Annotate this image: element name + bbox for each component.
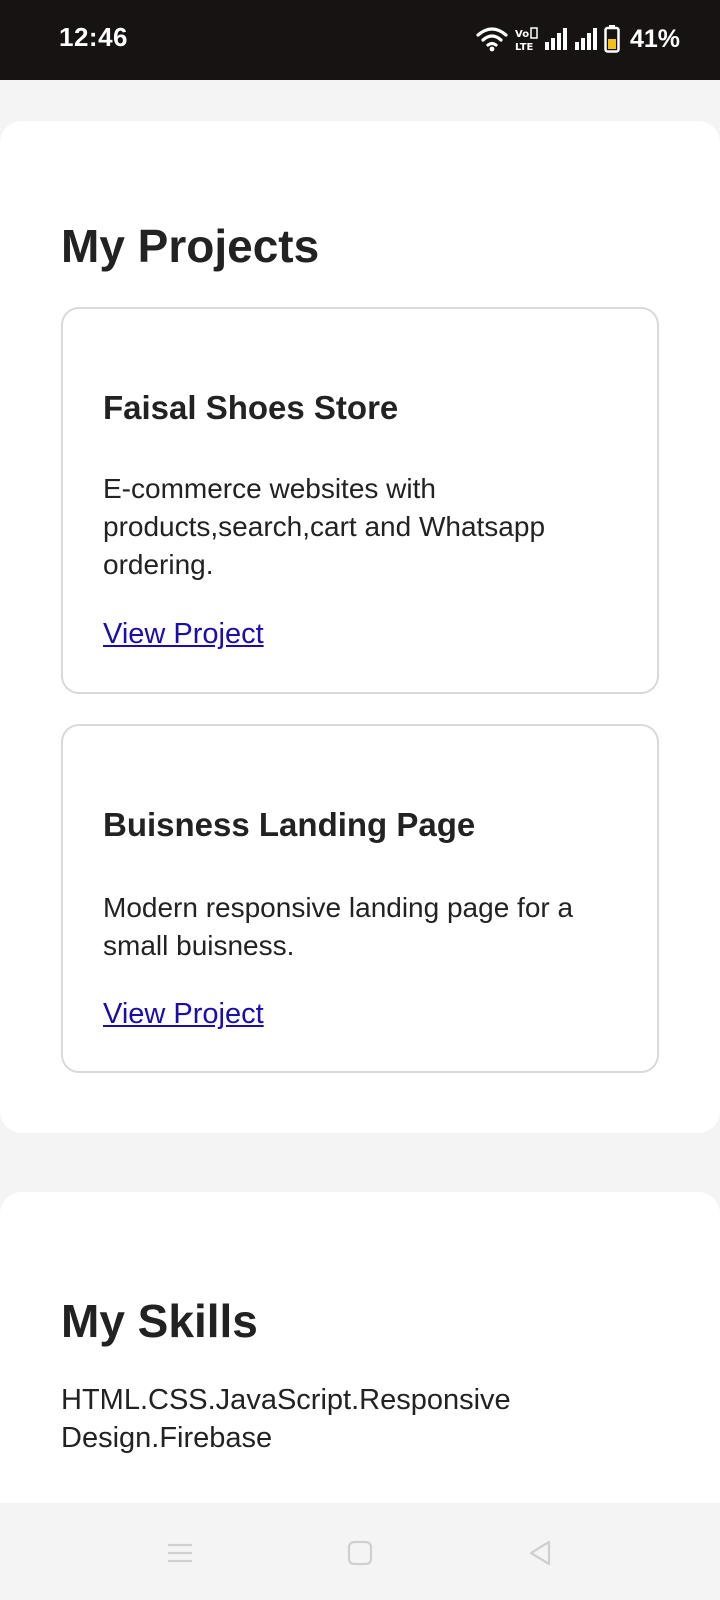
- home-icon[interactable]: [340, 1533, 380, 1573]
- project-name: Buisness Landing Page: [103, 806, 476, 843]
- status-time: 12:46: [59, 22, 128, 52]
- skills-section: My Skills HTML.CSS.JavaScript.Responsive…: [0, 1192, 720, 1532]
- wifi-icon: [476, 26, 508, 52]
- project-description: Modern responsive landing page for a sma…: [103, 892, 574, 961]
- project-card: Buisness Landing Page Modern responsive …: [61, 724, 659, 1073]
- battery-percent: 41%: [629, 24, 680, 53]
- project-card: Faisal Shoes Store E-commerce websites w…: [61, 307, 659, 694]
- view-project-link[interactable]: View Project: [103, 618, 264, 651]
- project-name: Faisal Shoes Store: [103, 389, 399, 426]
- svg-text:LTE: LTE: [515, 42, 534, 52]
- projects-section: My Projects Faisal Shoes Store E-commerc…: [0, 121, 720, 1133]
- view-project-link[interactable]: View Project: [103, 998, 264, 1031]
- battery-icon: [604, 25, 620, 53]
- svg-text:Vo: Vo: [515, 29, 529, 40]
- skills-list: HTML.CSS.JavaScript.Responsive Design.Fi…: [61, 1384, 511, 1454]
- skills-title: My Skills: [61, 1295, 258, 1347]
- volte-icon: Vo LTE: [514, 26, 538, 52]
- back-icon[interactable]: [520, 1533, 560, 1573]
- signal-icon: [544, 28, 568, 50]
- project-description: E-commerce websites with products,search…: [103, 473, 546, 580]
- menu-icon[interactable]: [160, 1533, 200, 1573]
- signal-icon: [574, 28, 598, 50]
- navigation-bar: [0, 1503, 720, 1600]
- projects-title: My Projects: [61, 220, 320, 272]
- status-icons: Vo LTE 41%: [476, 22, 680, 56]
- status-bar: 12:46 Vo LTE 41%: [0, 0, 720, 80]
